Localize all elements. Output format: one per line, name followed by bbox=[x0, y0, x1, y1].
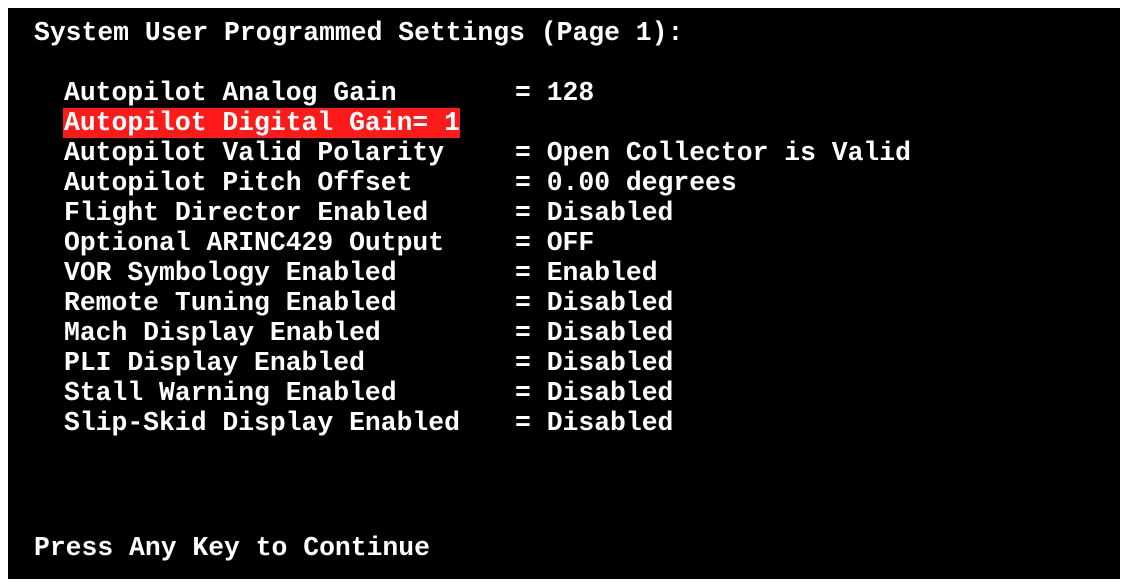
setting-equals: = bbox=[515, 348, 547, 378]
setting-row-mach-display-enabled: Mach Display Enabled = Disabled bbox=[63, 318, 911, 348]
setting-equals: = bbox=[515, 378, 547, 408]
setting-equals: = bbox=[515, 258, 547, 288]
setting-value: 128 bbox=[546, 78, 595, 108]
setting-value: Disabled bbox=[546, 198, 674, 228]
setting-row-remote-tuning-enabled: Remote Tuning Enabled = Disabled bbox=[63, 288, 911, 318]
setting-value: Enabled bbox=[546, 258, 658, 288]
setting-row-optional-arinc429-output: Optional ARINC429 Output = OFF bbox=[63, 228, 911, 258]
setting-equals: = bbox=[515, 138, 547, 168]
setting-label: Autopilot Digital Gain bbox=[63, 108, 413, 138]
terminal-screen: System User Programmed Settings (Page 1)… bbox=[8, 8, 1120, 579]
setting-value: Disabled bbox=[546, 408, 674, 438]
setting-label: Autopilot Pitch Offset bbox=[64, 168, 413, 198]
setting-row-autopilot-valid-polarity: Autopilot Valid Polarity = Open Collector… bbox=[63, 138, 911, 168]
selection-highlight: Autopilot Digital Gain= 1 bbox=[63, 108, 460, 138]
setting-row-flight-director-enabled: Flight Director Enabled = Disabled bbox=[63, 198, 911, 228]
setting-equals: = bbox=[515, 168, 547, 198]
setting-label: Optional ARINC429 Output bbox=[64, 228, 445, 258]
setting-row-stall-warning-enabled: Stall Warning Enabled = Disabled bbox=[63, 378, 911, 408]
setting-value: Disabled bbox=[546, 378, 674, 408]
setting-label: Mach Display Enabled bbox=[64, 318, 381, 348]
setting-label: Autopilot Analog Gain bbox=[64, 78, 397, 108]
setting-value: 1 bbox=[444, 108, 460, 138]
setting-value: OFF bbox=[546, 228, 595, 258]
setting-row-vor-symbology-enabled: VOR Symbology Enabled = Enabled bbox=[63, 258, 911, 288]
setting-equals: = bbox=[515, 288, 547, 318]
setting-label: PLI Display Enabled bbox=[64, 348, 365, 378]
setting-equals: = bbox=[412, 108, 445, 138]
setting-equals: = bbox=[515, 78, 547, 108]
settings-list: Autopilot Analog Gain = 128 Autopilot Dig… bbox=[63, 78, 911, 438]
setting-label: Flight Director Enabled bbox=[64, 198, 429, 228]
setting-equals: = bbox=[515, 198, 547, 228]
continue-prompt[interactable]: Press Any Key to Continue bbox=[34, 533, 430, 563]
setting-row-autopilot-analog-gain: Autopilot Analog Gain = 128 bbox=[63, 78, 911, 108]
setting-value: Disabled bbox=[546, 348, 674, 378]
setting-value: Disabled bbox=[546, 318, 674, 348]
setting-value: Disabled bbox=[546, 288, 674, 318]
setting-label: Slip-Skid Display Enabled bbox=[64, 408, 460, 438]
setting-value: 0.00 degrees bbox=[546, 168, 737, 198]
setting-label: Stall Warning Enabled bbox=[64, 378, 397, 408]
setting-equals: = bbox=[515, 408, 547, 438]
setting-row-autopilot-digital-gain[interactable]: Autopilot Digital Gain= 1 bbox=[63, 108, 911, 138]
setting-label: Autopilot Valid Polarity bbox=[64, 138, 445, 168]
setting-value: Open Collector is Valid bbox=[546, 138, 911, 168]
setting-label: VOR Symbology Enabled bbox=[64, 258, 397, 288]
setting-row-autopilot-pitch-offset: Autopilot Pitch Offset = 0.00 degrees bbox=[63, 168, 911, 198]
setting-row-slip-skid-display-enabled: Slip-Skid Display Enabled = Disabled bbox=[63, 408, 911, 438]
page-title: System User Programmed Settings (Page 1)… bbox=[34, 18, 684, 48]
setting-equals: = bbox=[515, 228, 547, 258]
setting-row-pli-display-enabled: PLI Display Enabled = Disabled bbox=[63, 348, 911, 378]
setting-label: Remote Tuning Enabled bbox=[64, 288, 397, 318]
setting-equals: = bbox=[515, 318, 547, 348]
